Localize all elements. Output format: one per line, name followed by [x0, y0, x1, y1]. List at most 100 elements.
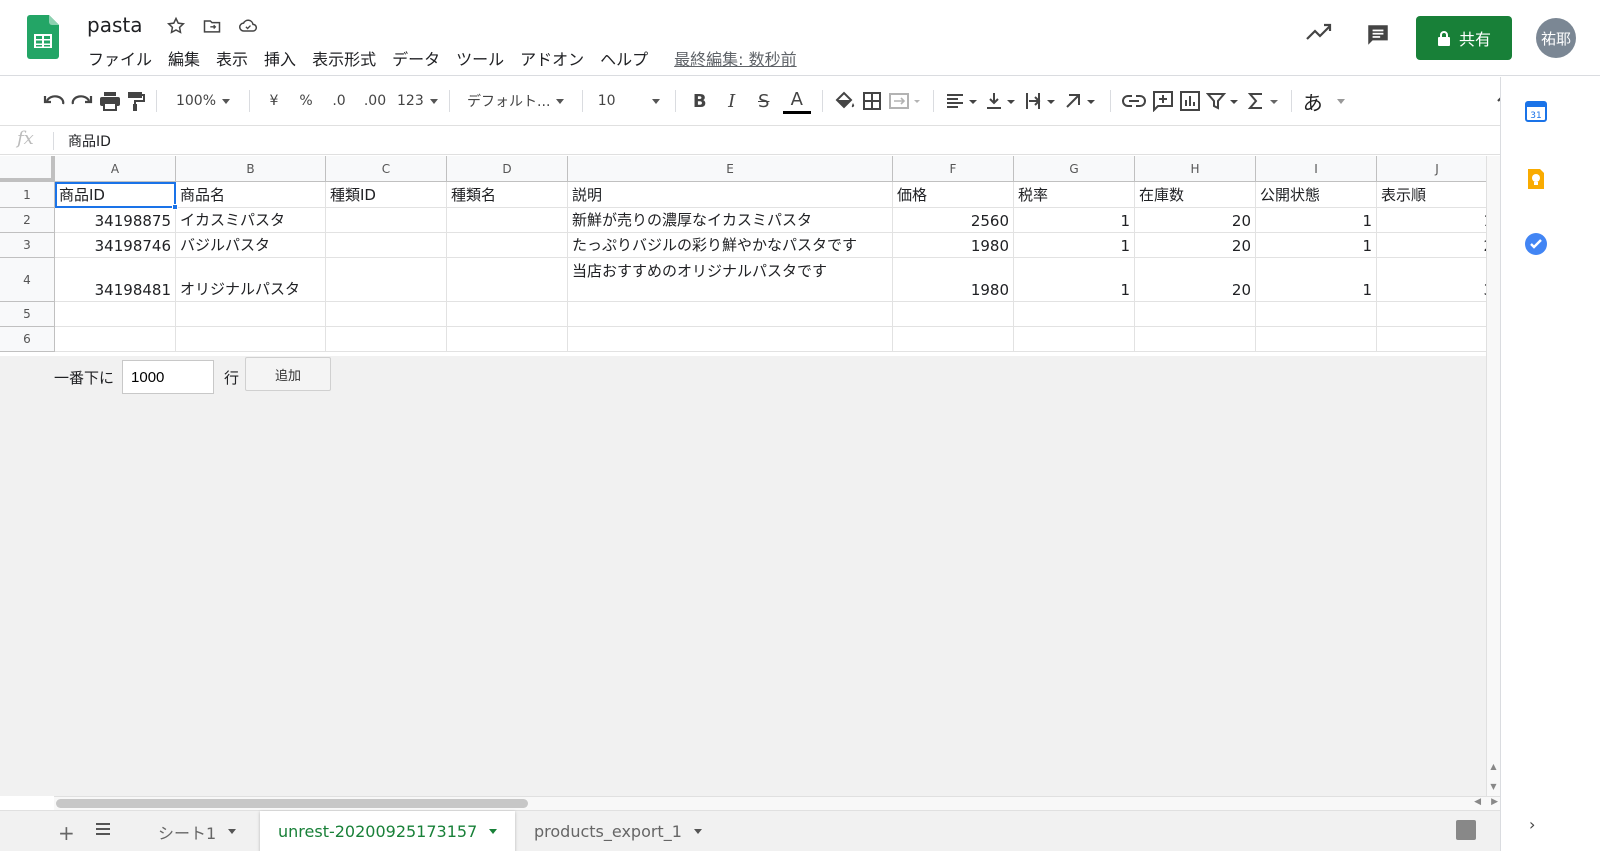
- column-header[interactable]: C: [326, 156, 447, 182]
- redo-button[interactable]: [71, 87, 93, 115]
- input-tools-button[interactable]: あ: [1303, 87, 1345, 115]
- cell-d1[interactable]: 種類名: [447, 182, 568, 208]
- chevron-down-icon[interactable]: [489, 829, 498, 834]
- cell-e3[interactable]: たっぷりバジルの彩り鮮やかなパスタです: [568, 233, 893, 258]
- cell-b3[interactable]: バジルパスタ: [176, 233, 326, 258]
- add-rows-button[interactable]: 追加: [245, 357, 332, 391]
- horizontal-scrollbar[interactable]: ◀ ▶: [54, 796, 1500, 810]
- sheet-tab-1[interactable]: シート1: [140, 811, 254, 851]
- add-sheet-button[interactable]: +: [58, 821, 75, 845]
- cell-i1[interactable]: 公開状態: [1256, 182, 1377, 208]
- avatar[interactable]: 祐耶: [1536, 18, 1576, 58]
- menu-help[interactable]: ヘルプ: [592, 48, 656, 72]
- row-header[interactable]: 1: [0, 182, 55, 208]
- insert-link-button[interactable]: [1121, 87, 1146, 115]
- vertical-align-button[interactable]: [985, 87, 1019, 115]
- explore-icon[interactable]: [1456, 820, 1476, 840]
- font-size-select[interactable]: 10: [594, 87, 664, 115]
- print-button[interactable]: [99, 87, 121, 115]
- text-rotation-button[interactable]: [1065, 87, 1099, 115]
- keep-icon[interactable]: [1524, 167, 1548, 191]
- document-title[interactable]: pasta: [87, 13, 142, 37]
- cell-c1[interactable]: 種類ID: [326, 182, 447, 208]
- menu-file[interactable]: ファイル: [80, 48, 160, 72]
- horizontal-scroll-thumb[interactable]: [56, 799, 528, 808]
- font-select[interactable]: デフォルト...: [461, 87, 571, 115]
- row-header[interactable]: 3: [0, 233, 55, 258]
- cell-d5[interactable]: [447, 302, 568, 327]
- currency-format-button[interactable]: ¥: [261, 87, 287, 115]
- cell-i4[interactable]: 1: [1256, 258, 1377, 302]
- insert-comment-button[interactable]: [1152, 87, 1174, 115]
- row-header[interactable]: 4: [0, 258, 55, 302]
- paint-format-button[interactable]: [127, 87, 145, 115]
- column-header[interactable]: H: [1135, 156, 1256, 182]
- cell-a4[interactable]: 34198481: [55, 258, 176, 302]
- sheet-tab-3[interactable]: products_export_1: [516, 811, 720, 851]
- cell-e2[interactable]: 新鮮が売りの濃厚なイカスミパスタ: [568, 208, 893, 233]
- bold-button[interactable]: B: [687, 87, 713, 115]
- cell-c6[interactable]: [326, 327, 447, 352]
- borders-button[interactable]: [862, 87, 882, 115]
- cell-d2[interactable]: [447, 208, 568, 233]
- expand-panel-chevron-icon[interactable]: ›: [1529, 815, 1535, 834]
- menu-format[interactable]: 表示形式: [304, 48, 384, 72]
- selection-fill-handle[interactable]: [172, 204, 178, 210]
- cell-j6[interactable]: [1377, 327, 1498, 352]
- calendar-icon[interactable]: 31: [1524, 99, 1548, 123]
- row-header[interactable]: 6: [0, 327, 55, 352]
- italic-button[interactable]: I: [719, 87, 745, 115]
- cell-g5[interactable]: [1014, 302, 1135, 327]
- activity-trend-icon[interactable]: [1306, 22, 1332, 42]
- filter-button[interactable]: [1205, 87, 1240, 115]
- cloud-saved-icon[interactable]: [236, 14, 260, 38]
- scroll-right-arrow-icon[interactable]: ▶: [1491, 797, 1498, 807]
- cell-f4[interactable]: 1980: [893, 258, 1014, 302]
- chevron-down-icon[interactable]: [693, 829, 702, 834]
- merge-cells-button[interactable]: [888, 87, 922, 115]
- menu-addons[interactable]: アドオン: [512, 48, 592, 72]
- cell-b1[interactable]: 商品名: [176, 182, 326, 208]
- last-edit-link[interactable]: 最終編集: 数秒前: [666, 48, 804, 72]
- fill-color-button[interactable]: [834, 87, 856, 115]
- cell-i2[interactable]: 1: [1256, 208, 1377, 233]
- cell-g3[interactable]: 1: [1014, 233, 1135, 258]
- cell-e4[interactable]: 当店おすすめのオリジナルパスタです: [568, 258, 893, 302]
- comments-icon[interactable]: [1365, 22, 1391, 48]
- cell-b4[interactable]: オリジナルパスタ: [176, 258, 326, 302]
- cell-g1[interactable]: 税率: [1014, 182, 1135, 208]
- cell-a1[interactable]: 商品ID: [55, 182, 176, 208]
- all-sheets-list-icon[interactable]: [95, 823, 111, 835]
- select-all-corner[interactable]: [0, 156, 55, 182]
- sheet-tab-active[interactable]: unrest-20200925173157: [260, 811, 516, 851]
- cell-c5[interactable]: [326, 302, 447, 327]
- cell-a3[interactable]: 34198746: [55, 233, 176, 258]
- insert-chart-button[interactable]: [1179, 87, 1200, 115]
- cell-e1[interactable]: 説明: [568, 182, 893, 208]
- cell-i5[interactable]: [1256, 302, 1377, 327]
- column-header[interactable]: I: [1256, 156, 1377, 182]
- increase-decimal-button[interactable]: .00: [359, 87, 391, 115]
- move-folder-icon[interactable]: [200, 14, 224, 38]
- cell-g2[interactable]: 1: [1014, 208, 1135, 233]
- chevron-down-icon[interactable]: [228, 829, 237, 834]
- star-icon[interactable]: [164, 14, 188, 38]
- column-header[interactable]: E: [568, 156, 893, 182]
- cell-f6[interactable]: [893, 327, 1014, 352]
- cell-b5[interactable]: [176, 302, 326, 327]
- cell-b2[interactable]: イカスミパスタ: [176, 208, 326, 233]
- horizontal-align-button[interactable]: [945, 87, 979, 115]
- cell-h3[interactable]: 20: [1135, 233, 1256, 258]
- zoom-select[interactable]: 100%: [168, 87, 238, 115]
- menu-data[interactable]: データ: [384, 48, 448, 72]
- sheets-logo-icon[interactable]: [27, 15, 59, 59]
- column-header[interactable]: B: [176, 156, 326, 182]
- scroll-left-arrow-icon[interactable]: ◀: [1474, 797, 1481, 807]
- tasks-icon[interactable]: [1524, 232, 1548, 256]
- cell-j4[interactable]: 3: [1377, 258, 1498, 302]
- cell-f2[interactable]: 2560: [893, 208, 1014, 233]
- menu-edit[interactable]: 編集: [160, 48, 208, 72]
- cell-a2[interactable]: 34198875: [55, 208, 176, 233]
- text-color-button[interactable]: A: [782, 88, 811, 114]
- cell-h4[interactable]: 20: [1135, 258, 1256, 302]
